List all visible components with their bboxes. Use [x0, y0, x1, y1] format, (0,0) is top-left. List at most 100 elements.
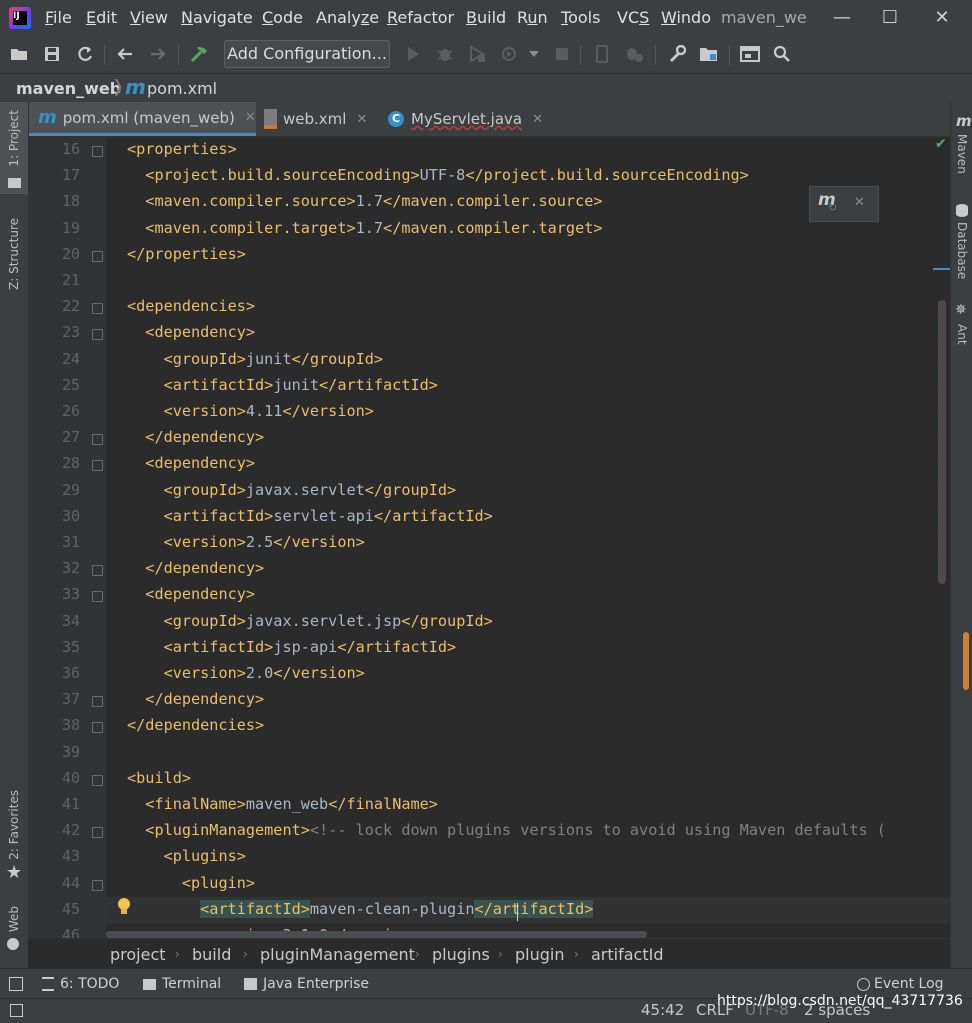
tab-pom-xml[interactable]: m pom.xml (maven_web) ✕ — [28, 102, 256, 136]
maximize-icon[interactable]: ☐ — [870, 4, 910, 32]
code-line[interactable]: <plugins> — [127, 847, 246, 865]
intellij-logo-icon[interactable]: IJ — [9, 7, 31, 29]
menu-item-file[interactable]: File — [45, 8, 72, 27]
layout-toggle-icon[interactable] — [9, 977, 23, 991]
right-edge-scroll-thumb[interactable] — [963, 632, 969, 690]
code-line[interactable]: <dependency> — [127, 454, 255, 472]
code-line[interactable]: <artifactId>servlet-api</artifactId> — [127, 507, 493, 525]
code-line[interactable]: <version>2.5</version> — [127, 533, 365, 551]
line-number[interactable]: 18 — [28, 192, 80, 210]
code-line[interactable]: <groupId>javax.servlet.jsp</groupId> — [127, 612, 493, 630]
code-line[interactable]: <artifactId>maven-clean-plugin</artifact… — [127, 899, 594, 918]
line-number[interactable]: 37 — [28, 690, 80, 708]
favorites-panel-toggle[interactable]: 2: Favorites ★ — [0, 788, 28, 888]
breadcrumb-pluginmanagement[interactable]: pluginManagement — [260, 945, 415, 964]
fold-marker-icon[interactable] — [92, 696, 103, 708]
menu-item-view[interactable]: View — [130, 8, 168, 27]
menu-item-windo[interactable]: Windo — [661, 8, 711, 27]
fold-marker-icon[interactable] — [92, 565, 103, 577]
fold-marker-icon[interactable] — [92, 329, 103, 341]
menu-item-analyze[interactable]: Analyze — [316, 8, 379, 27]
coverage-icon[interactable] — [466, 43, 488, 65]
code-line[interactable]: <groupId>junit</groupId> — [127, 350, 383, 368]
web-panel-toggle[interactable]: Web — [0, 902, 28, 962]
code-line[interactable]: <build> — [127, 769, 191, 787]
maven-panel-toggle[interactable]: m Maven — [951, 112, 972, 182]
line-number[interactable]: 36 — [28, 664, 80, 682]
menu-item-code[interactable]: Code — [262, 8, 303, 27]
code-line[interactable]: <dependency> — [127, 585, 255, 603]
line-number[interactable]: 23 — [28, 323, 80, 341]
menu-item-run[interactable]: Run — [517, 8, 548, 27]
back-arrow-icon[interactable] — [114, 43, 136, 65]
close-icon[interactable]: ✕ — [922, 4, 962, 32]
device-icon[interactable] — [591, 43, 613, 65]
line-number[interactable]: 19 — [28, 219, 80, 237]
ant-panel-toggle[interactable]: ✵ Ant — [951, 302, 972, 356]
line-number[interactable]: 22 — [28, 297, 80, 315]
line-number[interactable]: 31 — [28, 533, 80, 551]
line-number[interactable]: 39 — [28, 743, 80, 761]
code-editor[interactable]: <properties> <project.build.sourceEncodi… — [106, 137, 950, 938]
settings-wrench-icon[interactable] — [666, 43, 688, 65]
line-number[interactable]: 20 — [28, 245, 80, 263]
forward-arrow-icon[interactable] — [147, 43, 169, 65]
debug-icon[interactable] — [434, 43, 456, 65]
code-line[interactable]: </dependency> — [127, 428, 264, 446]
line-number[interactable]: 28 — [28, 454, 80, 472]
code-line[interactable]: <groupId>javax.servlet</groupId> — [127, 481, 457, 499]
line-number[interactable]: 35 — [28, 638, 80, 656]
line-number[interactable]: 21 — [28, 271, 80, 289]
line-number[interactable]: 29 — [28, 481, 80, 499]
code-line[interactable]: </dependency> — [127, 559, 264, 577]
code-line[interactable]: <version>4.11</version> — [127, 402, 374, 420]
code-line[interactable]: </properties> — [127, 245, 246, 263]
close-tab-icon[interactable]: ✕ — [356, 112, 367, 127]
terminal-button[interactable]: Terminal — [143, 976, 221, 992]
fold-marker-icon[interactable] — [92, 879, 103, 891]
menu-item-build[interactable]: Build — [466, 8, 506, 27]
minimize-icon[interactable]: — — [822, 4, 862, 32]
line-number[interactable]: 44 — [28, 874, 80, 892]
nav-project[interactable]: maven_web — [16, 79, 121, 98]
fold-marker-icon[interactable] — [92, 250, 103, 262]
status-layout-icon[interactable] — [10, 1004, 23, 1017]
code-line[interactable]: <version>2.0</version> — [127, 664, 365, 682]
editor-gutter[interactable]: 16 17 18 19 20 21 22 23 24 25 26 27 28 29 30 31 32 33 34 35… — [28, 137, 106, 944]
chevron-down-icon[interactable] — [523, 43, 545, 65]
build-hammer-icon[interactable] — [188, 43, 210, 65]
line-number[interactable]: 17 — [28, 166, 80, 184]
run-with-profiler-icon[interactable] — [500, 43, 522, 65]
line-number[interactable]: 34 — [28, 612, 80, 630]
fold-marker-icon[interactable] — [92, 722, 103, 734]
sync-icon[interactable] — [74, 43, 96, 65]
fold-marker-icon[interactable] — [92, 434, 103, 446]
line-number[interactable]: 42 — [28, 821, 80, 839]
todo-button[interactable]: 6: TODO — [42, 976, 119, 992]
close-tab-icon[interactable]: ✕ — [532, 112, 543, 127]
java-enterprise-button[interactable]: Java Enterprise — [244, 976, 369, 992]
code-line[interactable]: <maven.compiler.source>1.7</maven.compil… — [127, 192, 602, 210]
breadcrumb-build[interactable]: build — [192, 945, 231, 964]
code-line[interactable]: </dependency> — [127, 690, 264, 708]
fold-marker-icon[interactable] — [92, 303, 103, 315]
tab-web-xml[interactable]: web.xml ✕ — [264, 102, 374, 136]
inspection-ok-icon[interactable]: ✔ — [935, 136, 947, 152]
code-line[interactable]: <plugin> — [127, 874, 255, 892]
line-number[interactable]: 30 — [28, 507, 80, 525]
menu-item-tools[interactable]: Tools — [561, 8, 600, 27]
close-popup-icon[interactable]: ✕ — [854, 195, 865, 210]
code-line[interactable]: <project.build.sourceEncoding>UTF-8</pro… — [127, 166, 748, 184]
caret-position[interactable]: 45:42 — [641, 1001, 684, 1019]
close-tab-icon[interactable]: ✕ — [245, 110, 256, 125]
breadcrumb-plugin[interactable]: plugin — [515, 945, 564, 964]
fold-marker-icon[interactable] — [92, 591, 103, 603]
add-configuration-button[interactable]: Add Configuration... — [224, 40, 390, 68]
code-line[interactable]: <properties> — [127, 140, 237, 158]
breadcrumb-artifactid[interactable]: artifactId — [591, 945, 663, 964]
fold-marker-icon[interactable] — [92, 774, 103, 786]
database-panel-toggle[interactable]: Database — [951, 202, 972, 286]
code-line[interactable]: <artifactId>junit</artifactId> — [127, 376, 438, 394]
breadcrumb-project[interactable]: project — [110, 945, 166, 964]
nav-file[interactable]: pom.xml — [147, 79, 217, 98]
